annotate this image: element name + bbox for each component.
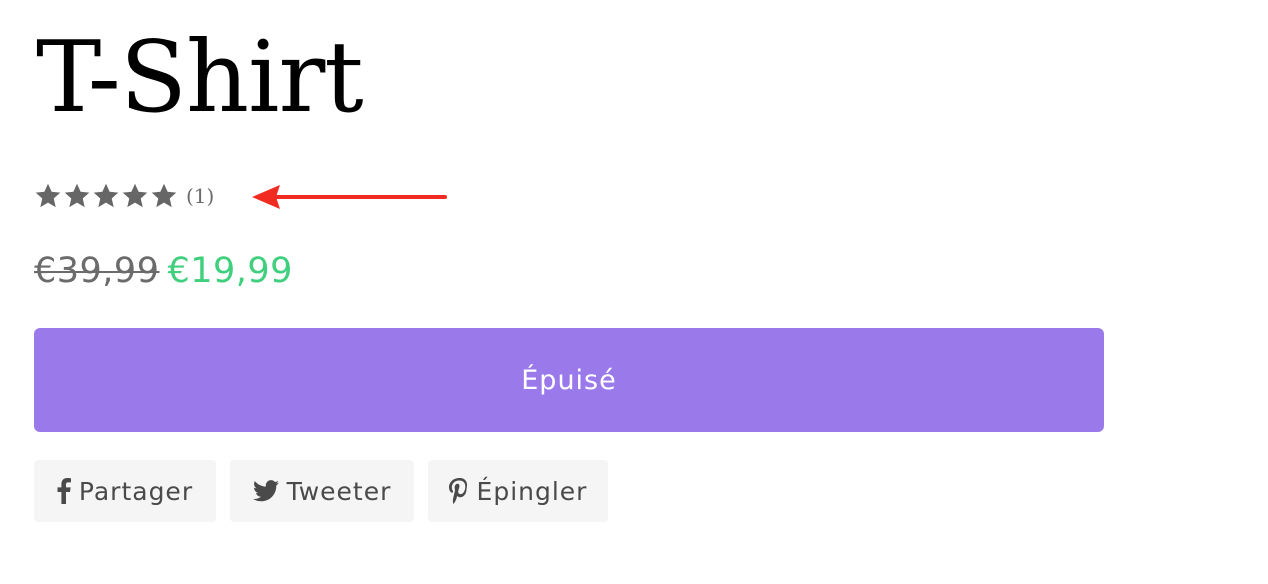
sale-price: €19,99	[167, 251, 293, 291]
review-count[interactable]: (1)	[186, 184, 214, 208]
product-title: T-Shirt	[36, 21, 364, 135]
share-facebook-button[interactable]: Partager	[34, 460, 216, 522]
twitter-icon	[252, 480, 279, 502]
product-rating[interactable]: (1)	[34, 180, 214, 212]
star-icon	[93, 183, 119, 208]
sold-out-button[interactable]: Épuisé	[34, 328, 1104, 432]
compare-at-price: €39,99	[34, 251, 160, 291]
rating-stars	[34, 182, 178, 210]
pinterest-icon	[448, 478, 469, 504]
share-pinterest-button[interactable]: Épingler	[428, 460, 608, 522]
share-facebook-label: Partager	[78, 476, 194, 506]
facebook-icon	[57, 478, 71, 504]
share-twitter-label: Tweeter	[286, 476, 392, 506]
price-block: €39,99 €19,99	[34, 248, 293, 294]
star-icon	[64, 183, 90, 208]
share-twitter-button[interactable]: Tweeter	[230, 460, 414, 522]
star-icon	[35, 183, 61, 208]
star-icon	[122, 183, 148, 208]
arrow-head	[252, 185, 280, 209]
share-pinterest-label: Épingler	[476, 476, 588, 506]
annotation-arrow	[252, 185, 447, 209]
star-icon	[151, 183, 177, 208]
